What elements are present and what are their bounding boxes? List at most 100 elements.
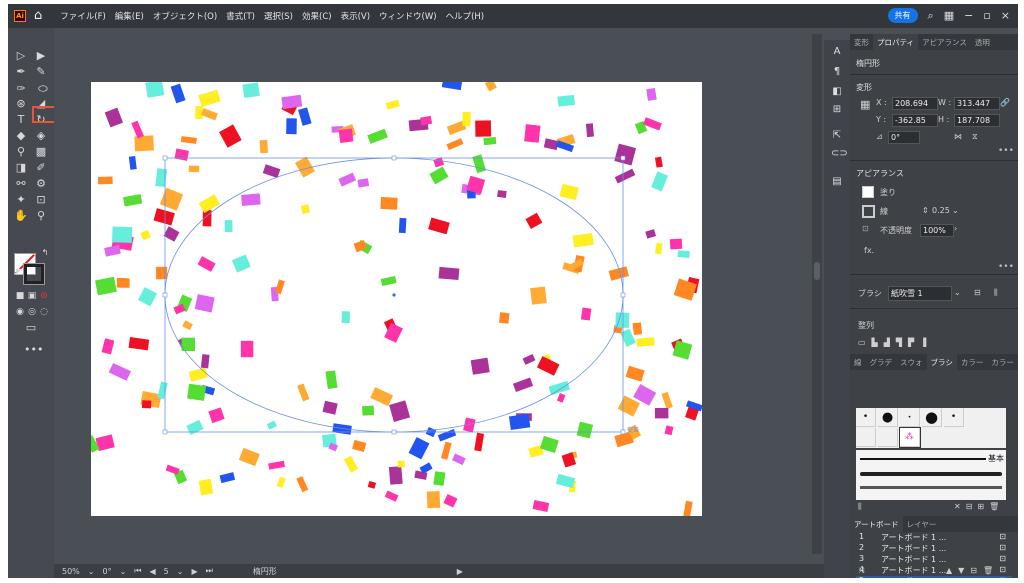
rotation-value[interactable]: 0°	[102, 567, 111, 576]
brushes-tab-5[interactable]: カラー	[987, 354, 1018, 370]
tab-1[interactable]: プロパティ	[873, 34, 919, 50]
tab-artboards[interactable]: アートボード	[850, 516, 903, 532]
canvas-area[interactable]: 交差	[54, 28, 828, 564]
eyedropper-icon[interactable]: ⚲	[14, 146, 28, 158]
brush-library-icon[interactable]: ⫼	[994, 288, 998, 298]
menu-item-3[interactable]: 書式(T)	[226, 10, 255, 22]
appearance-more-icon[interactable]: •••	[998, 262, 1014, 272]
blend-icon[interactable]: ⚯	[14, 178, 28, 190]
default-colors-icon[interactable]: ◩	[12, 266, 26, 278]
bounding-handle[interactable]	[391, 155, 397, 161]
w-field[interactable]: 313.447	[954, 97, 1000, 110]
menu-item-1[interactable]: 編集(E)	[115, 10, 144, 22]
brush-library-bottom-icon[interactable]: ⫼	[858, 502, 862, 512]
zoom-level[interactable]: 50%	[62, 567, 80, 576]
menu-item-5[interactable]: 効果(C)	[302, 10, 332, 22]
artboard-row[interactable]: 1 アートボード 1 ... ⊡	[856, 532, 1012, 543]
zoom-icon[interactable]: ⚲	[34, 210, 48, 222]
tab-2[interactable]: アピアランス	[918, 34, 971, 50]
brush-tool-icon[interactable]: ✑	[14, 83, 28, 95]
hand-icon[interactable]: ✋	[14, 210, 28, 222]
artboard-row[interactable]: 5アートボード 1 ...⊡	[856, 576, 1012, 578]
menu-item-0[interactable]: ファイル(F)	[60, 10, 106, 22]
brush-empty-2[interactable]	[878, 428, 898, 447]
menu-item-8[interactable]: ヘルプ(H)	[446, 10, 485, 22]
scroll-thumb[interactable]	[814, 262, 820, 280]
artboard-svg[interactable]: 交差	[91, 82, 702, 516]
artboard-icon[interactable]: ⊡	[34, 194, 48, 206]
brush-dot-small[interactable]: •	[856, 408, 876, 427]
tab-layers[interactable]: レイヤー	[903, 516, 941, 532]
direct-select-icon[interactable]: ▷	[14, 50, 28, 62]
artboard-row[interactable]: 3 アートボード 1 ... ⊡	[856, 554, 1012, 565]
brushes-tab-3[interactable]: ブラシ	[926, 354, 957, 370]
brush-options-icon[interactable]: ⊟	[974, 288, 981, 297]
menu-item-2[interactable]: オブジェクト(O)	[153, 10, 217, 22]
brush-dot-medium[interactable]: ●	[878, 408, 898, 427]
export-icon[interactable]: ⇱	[831, 130, 843, 141]
zoom-dropdown-icon[interactable]: ⌄	[88, 567, 95, 576]
brush-actions[interactable]: ✕⊟⊞🗑	[954, 502, 1004, 511]
select-icon[interactable]: ▶	[34, 50, 48, 62]
artboard-options-icon[interactable]: ⊡	[986, 554, 1012, 565]
fill-none-swatch[interactable]	[862, 186, 874, 198]
stroke-weight[interactable]: 0.25	[932, 206, 950, 215]
first-artboard-icon[interactable]: ⏮	[134, 566, 141, 576]
fx-button[interactable]: fx.	[864, 246, 874, 255]
restore-button[interactable]: ▫	[983, 9, 990, 22]
constrain-icon[interactable]: 🔗	[1000, 98, 1010, 107]
stroke-swatch[interactable]	[23, 263, 45, 285]
swap-icon[interactable]: ↰	[38, 247, 52, 259]
bounding-handle[interactable]	[162, 155, 168, 161]
draw-inside-icon[interactable]: ◌	[37, 306, 51, 318]
stroke-dropdown-icon[interactable]: ⌄	[952, 206, 959, 215]
brush-swatches[interactable]: • ● • ● • ⁂	[856, 408, 1006, 448]
screen-mode-icon[interactable]: ▭	[24, 322, 38, 334]
pathfinder-icon[interactable]: ◧	[831, 86, 843, 97]
close-button[interactable]: ×	[1001, 9, 1010, 22]
brush-dot-tiny[interactable]: •	[900, 408, 920, 427]
more-tools-icon[interactable]: •••	[24, 344, 43, 356]
reference-point-icon[interactable]: ▦	[860, 98, 870, 111]
tab-3[interactable]: 透明	[971, 34, 994, 50]
share-button[interactable]: 共有	[887, 8, 918, 23]
align-icon[interactable]: ▤	[831, 176, 843, 187]
none-mode-icon[interactable]: ⊘	[37, 290, 51, 302]
ellipse-icon[interactable]: ⬭	[36, 83, 50, 95]
bounding-handle[interactable]	[620, 429, 626, 435]
status-arrow-icon[interactable]: ▶	[457, 567, 463, 576]
menu-item-6[interactable]: 表示(V)	[341, 10, 370, 22]
brush-dot-small-2[interactable]: •	[944, 408, 964, 427]
fill-bucket-icon[interactable]: ◆	[14, 130, 28, 142]
more-options-icon[interactable]: •••	[998, 146, 1014, 156]
artboard[interactable]: 交差	[91, 82, 702, 516]
next-artboard-icon[interactable]: ▶	[191, 567, 197, 576]
artboard-number[interactable]: 5	[164, 567, 169, 576]
align-buttons[interactable]: ▭▙▟▜▛▐	[858, 338, 932, 347]
opacity-field[interactable]: 100%	[920, 224, 954, 237]
gradient-icon[interactable]: ◨	[14, 162, 28, 174]
brush-select[interactable]: 紙吹雪 1	[888, 286, 952, 301]
x-field[interactable]: 208.694	[892, 97, 938, 110]
character-icon[interactable]: A	[831, 46, 843, 57]
rotation-dropdown-icon[interactable]: ⌄	[120, 567, 127, 576]
brush-confetti[interactable]: ⁂	[899, 427, 921, 448]
brush-dropdown-icon[interactable]: ⌄	[954, 288, 961, 297]
bounding-handle[interactable]	[162, 429, 168, 435]
bounding-handle[interactable]	[620, 292, 626, 298]
artboard-options-icon[interactable]: ⊡	[986, 532, 1012, 543]
h-field[interactable]: 187.708	[954, 114, 1000, 127]
pin-icon[interactable]: ✦	[14, 194, 28, 206]
home-icon[interactable]: ⌂	[34, 9, 42, 22]
brushes-tab-0[interactable]: 線	[850, 354, 866, 370]
link-icon[interactable]: ⊂⊃	[831, 148, 848, 159]
pen-icon[interactable]: ✒	[14, 66, 28, 78]
artboard-actions[interactable]: ▲▼⊟🗑	[946, 566, 999, 575]
brush-empty-1[interactable]	[856, 428, 876, 447]
bounding-handle[interactable]	[391, 429, 397, 435]
bounding-handle[interactable]	[162, 292, 168, 298]
stroke-stepper-icon[interactable]: ⇕	[922, 206, 929, 215]
layout-icon[interactable]: ▦	[944, 9, 954, 22]
flip-h-icon[interactable]: ⋈	[954, 132, 962, 141]
type-icon[interactable]: T	[14, 114, 28, 126]
